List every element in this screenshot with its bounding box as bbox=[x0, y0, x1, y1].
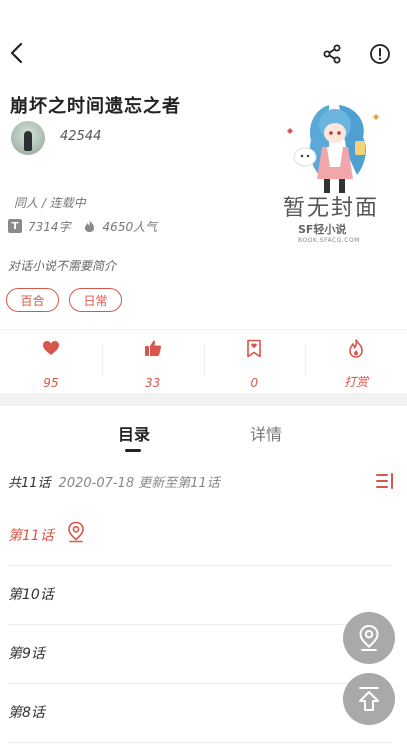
stat-favorite[interactable]: 95 bbox=[0, 338, 102, 390]
update-info: 2020-07-18 更新至第11话 bbox=[58, 476, 220, 491]
exclamation-circle-icon bbox=[370, 44, 390, 64]
chapter-name: 第10话 bbox=[8, 587, 54, 603]
chapter-name: 第8话 bbox=[8, 705, 45, 721]
tab-bar: 目录 详情 bbox=[0, 406, 407, 456]
cover-placeholder-text: 暂无封面 bbox=[283, 196, 380, 221]
divider bbox=[0, 329, 407, 330]
row-divider bbox=[8, 742, 391, 743]
book-summary: 对话小说不需要简介 bbox=[8, 259, 117, 273]
stat-ticket[interactable]: 0 bbox=[203, 338, 306, 390]
cover-logo-text: SF轻小说 bbox=[298, 223, 347, 236]
chapter-name: 第9话 bbox=[8, 646, 45, 662]
chapter-row[interactable]: 第10话 bbox=[0, 566, 407, 625]
author-name[interactable]: 42544 bbox=[60, 129, 101, 144]
stats-bar: 95 33 0 打赏 bbox=[0, 338, 407, 390]
sort-list-icon[interactable] bbox=[376, 472, 396, 490]
tip-label: 打赏 bbox=[344, 375, 369, 389]
share-button[interactable] bbox=[320, 42, 344, 66]
locate-current-button[interactable] bbox=[343, 612, 395, 664]
location-pin-icon bbox=[68, 521, 84, 543]
book-title: 崩坏之时间遗忘之者 bbox=[10, 96, 181, 117]
back-to-top-button[interactable] bbox=[343, 673, 395, 725]
report-button[interactable] bbox=[368, 42, 392, 66]
stat-like[interactable]: 33 bbox=[101, 338, 204, 390]
catalog-summary: 共11话 2020-07-18 更新至第11话 bbox=[8, 472, 220, 491]
tag-yuri[interactable]: 百合 bbox=[6, 288, 59, 312]
tab-details[interactable]: 详情 bbox=[250, 421, 282, 445]
location-pin-icon bbox=[359, 624, 379, 651]
flame-small-icon bbox=[83, 219, 97, 233]
category-status: 同人 / 连载中 bbox=[14, 196, 86, 210]
heart-icon bbox=[41, 338, 61, 358]
top-bar bbox=[0, 0, 407, 80]
chapter-name: 第11话 bbox=[8, 528, 54, 544]
thumbs-up-icon bbox=[143, 338, 163, 358]
chapter-total: 共11话 bbox=[8, 476, 51, 491]
cover-logo-url: BOOK.SFACG.COM bbox=[298, 237, 360, 244]
tab-catalog[interactable]: 目录 bbox=[118, 421, 150, 445]
tag-daily[interactable]: 日常 bbox=[69, 288, 122, 312]
ticket-icon bbox=[244, 338, 264, 358]
like-count: 33 bbox=[144, 376, 161, 390]
share-icon bbox=[323, 44, 341, 64]
flame-icon bbox=[346, 338, 366, 358]
arrow-up-icon bbox=[359, 687, 379, 711]
book-metrics: T 7314字 4650人气 bbox=[8, 217, 157, 235]
cover-logo: SF轻小说 BOOK.SFACG.COM bbox=[298, 221, 360, 244]
chevron-left-icon bbox=[10, 42, 23, 64]
avatar-figure bbox=[24, 131, 32, 151]
author-avatar[interactable] bbox=[11, 121, 45, 155]
popularity: 4650人气 bbox=[102, 219, 158, 234]
ticket-count: 0 bbox=[250, 376, 259, 390]
text-count-icon: T bbox=[8, 219, 22, 233]
section-separator bbox=[0, 393, 407, 406]
stat-tip[interactable]: 打赏 bbox=[305, 338, 407, 390]
favorite-count: 95 bbox=[43, 376, 59, 390]
back-button[interactable] bbox=[4, 38, 28, 68]
active-tab-indicator bbox=[125, 449, 141, 452]
chapter-row-current[interactable]: 第11话 bbox=[0, 507, 407, 566]
word-count: 7314字 bbox=[28, 219, 71, 234]
